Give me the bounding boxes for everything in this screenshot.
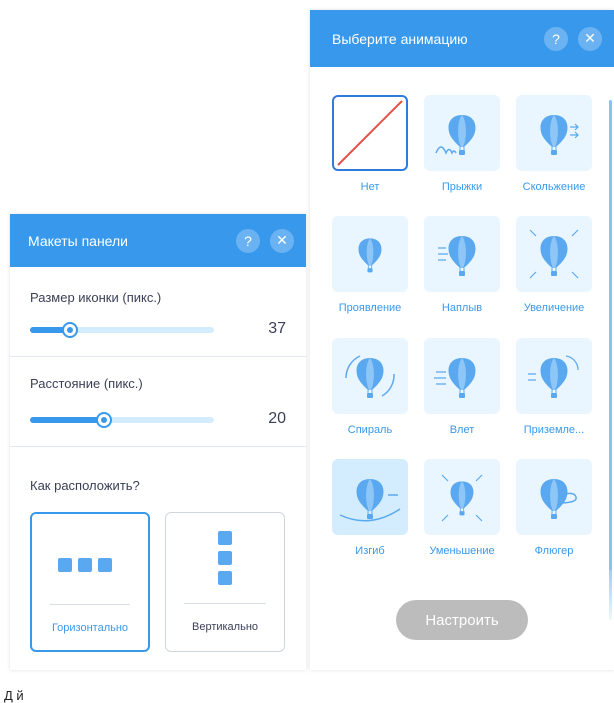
animation-option-label: Приземле... xyxy=(523,424,585,436)
animation-option-label: Скольжение xyxy=(522,181,586,193)
vertical-layout-option[interactable]: Вертикально xyxy=(165,512,285,652)
float-balloon-icon xyxy=(424,216,500,292)
animation-option-label: Спираль xyxy=(347,424,393,436)
animation-option[interactable] xyxy=(516,459,592,535)
horizontal-layout-option[interactable]: Горизонтально xyxy=(30,512,150,652)
icon-size-slider[interactable] xyxy=(30,322,214,338)
animation-panel: Выберите анимацию ? ✕ Нет Прыжки Скольже… xyxy=(310,10,614,670)
spacing-label: Расстояние (пикс.) xyxy=(30,376,143,391)
arrangement-question: Как расположить? xyxy=(30,478,140,493)
customize-button[interactable]: Настроить xyxy=(396,600,528,640)
land-balloon-icon xyxy=(516,338,592,414)
fade-balloon-icon xyxy=(332,216,408,292)
animation-option[interactable] xyxy=(516,95,592,171)
animation-option-label: Нет xyxy=(360,181,380,193)
slide-balloon-icon xyxy=(516,95,592,171)
animation-panel-header: Выберите анимацию ? ✕ xyxy=(310,10,614,67)
help-button[interactable]: ? xyxy=(236,228,260,253)
icon-size-slider-handle[interactable] xyxy=(62,322,79,338)
bounce-balloon-icon xyxy=(424,95,500,171)
animation-option[interactable] xyxy=(516,216,592,292)
animation-option[interactable] xyxy=(332,95,408,171)
animation-option[interactable] xyxy=(424,95,500,171)
spacing-slider-fill xyxy=(30,417,104,423)
bend-balloon-icon xyxy=(332,459,408,535)
vertical-layout-label: Вертикально xyxy=(191,621,259,633)
spin-balloon-icon xyxy=(332,338,408,414)
close-button[interactable]: ✕ xyxy=(578,26,602,51)
animation-option-label: Наплыв xyxy=(441,302,483,314)
animation-option-label: Уменьшение xyxy=(429,545,495,557)
animation-option-label: Увеличение xyxy=(523,302,585,314)
vane-balloon-icon xyxy=(516,459,592,535)
animation-option[interactable] xyxy=(516,338,592,414)
fly-in-balloon-icon xyxy=(424,338,500,414)
close-button[interactable]: ✕ xyxy=(270,228,294,253)
animation-option-label: Прыжки xyxy=(441,181,483,193)
animation-option[interactable] xyxy=(332,459,408,535)
scrollbar[interactable] xyxy=(609,100,612,620)
icon-size-value: 37 xyxy=(268,320,286,337)
animation-option[interactable] xyxy=(332,216,408,292)
icon-size-label: Размер иконки (пикс.) xyxy=(30,290,162,305)
animation-option[interactable] xyxy=(424,216,500,292)
expand-balloon-icon xyxy=(516,216,592,292)
spacing-slider[interactable] xyxy=(30,412,214,428)
spacing-value: 20 xyxy=(268,410,286,427)
divider xyxy=(10,356,306,357)
animation-panel-title: Выберите анимацию xyxy=(332,30,468,47)
layout-panel: Макеты панели ? ✕ Размер иконки (пикс.) … xyxy=(10,214,306,670)
animation-option[interactable] xyxy=(332,338,408,414)
divider xyxy=(50,604,130,605)
animation-option-label: Флюгер xyxy=(534,545,574,557)
horizontal-layout-label: Горизонтально xyxy=(51,622,129,634)
animation-option-label: Влет xyxy=(449,424,475,436)
spacing-slider-handle[interactable] xyxy=(95,412,112,428)
animation-option-label: Изгиб xyxy=(355,545,385,557)
animation-option[interactable] xyxy=(424,459,500,535)
divider xyxy=(184,603,266,604)
none-icon xyxy=(334,97,406,169)
shrink-balloon-icon xyxy=(424,459,500,535)
animation-option[interactable] xyxy=(424,338,500,414)
layout-panel-title: Макеты панели xyxy=(28,232,128,249)
help-button[interactable]: ? xyxy=(544,26,568,51)
animation-option-label: Проявление xyxy=(338,302,402,314)
divider xyxy=(10,446,306,447)
layout-panel-header: Макеты панели ? ✕ xyxy=(10,214,306,267)
page-text-fragment: Д й xyxy=(4,688,24,703)
